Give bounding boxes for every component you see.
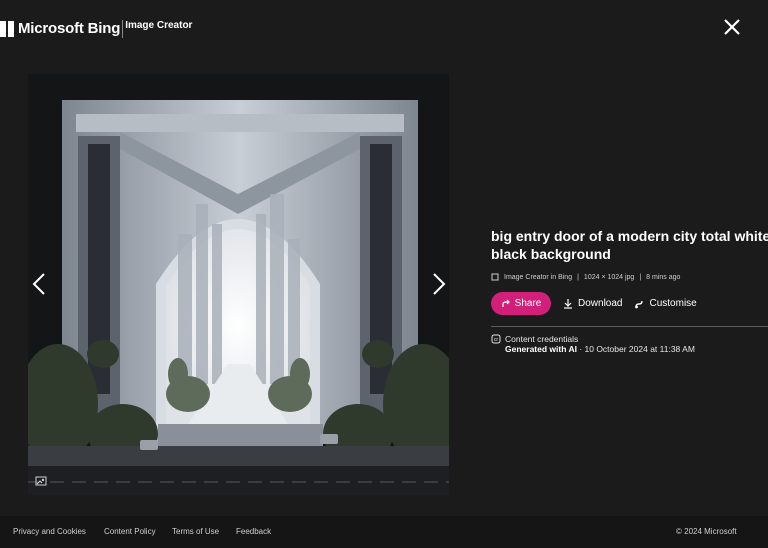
meta-resolution: 1024 × 1024 jpg (583, 273, 635, 281)
content-credentials-icon: cr (491, 334, 501, 344)
customise-button[interactable]: Customise (634, 298, 697, 309)
content-credentials[interactable]: cr Content credentials Generated with AI… (491, 334, 768, 354)
footer-link-feedback[interactable]: Feedback (236, 527, 271, 536)
brand-name: Microsoft Bing (18, 20, 121, 37)
footer-link-privacy[interactable]: Privacy and Cookies (13, 527, 86, 536)
share-label: Share (514, 298, 542, 309)
credentials-detail: Generated with AI · 10 October 2024 at 1… (505, 344, 695, 354)
footer-link-terms[interactable]: Terms of Use (172, 527, 219, 536)
image-meta: Image Creator in Bing | 1024 × 1024 jpg … (491, 273, 768, 281)
customise-icon (635, 300, 644, 308)
copyright: © 2024 Microsoft (676, 527, 737, 536)
close-icon[interactable] (718, 13, 746, 41)
download-icon (564, 299, 572, 309)
share-icon (502, 299, 510, 307)
meta-source: Image Creator in Bing (504, 273, 573, 281)
chevron-left-icon[interactable] (28, 268, 50, 300)
footer: Privacy and Cookies Content Policy Terms… (0, 516, 768, 548)
customise-label: Customise (649, 298, 697, 309)
image-title: big entry door of a modern city total wh… (491, 228, 768, 262)
chevron-right-icon[interactable] (428, 268, 450, 300)
details-divider (491, 326, 768, 327)
download-label: Download (578, 298, 623, 309)
credentials-label: Content credentials (505, 334, 579, 344)
image-creator-icon (491, 273, 499, 281)
meta-age: 8 mins ago (646, 273, 681, 281)
meta-separator: | (639, 273, 642, 281)
microsoft-logo-icon (0, 21, 14, 37)
svg-text:cr: cr (494, 337, 499, 343)
action-bar: Share Download Customise (491, 292, 768, 315)
meta-separator: | (577, 273, 579, 281)
product-name: Image Creator (125, 20, 193, 31)
bing-logo[interactable]: Microsoft Bing Image Creator (0, 18, 192, 40)
share-button[interactable]: Share (491, 292, 551, 315)
footer-link-content-policy[interactable]: Content Policy (104, 527, 156, 536)
top-bar: Microsoft Bing Image Creator (0, 0, 768, 56)
visual-search-icon[interactable] (34, 474, 48, 488)
image-details: big entry door of a modern city total wh… (491, 227, 768, 354)
download-button[interactable]: Download (563, 298, 622, 309)
gate-artwork (28, 74, 449, 495)
generated-image[interactable] (28, 74, 449, 495)
logo-divider (122, 20, 124, 38)
